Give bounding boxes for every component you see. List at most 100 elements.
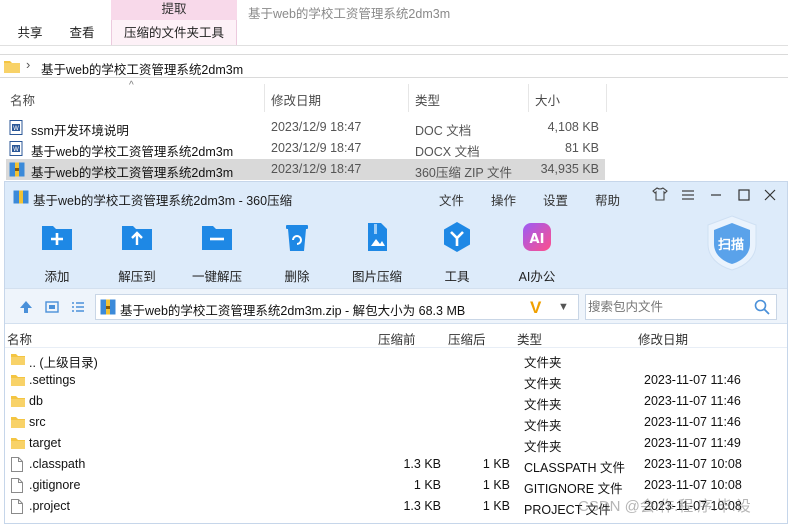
file-row[interactable]: W 基于web的学校工资管理系统2dm3m 2023/12/9 18:47 DO… (6, 138, 605, 159)
entry-name: db (29, 394, 43, 408)
tab-view[interactable]: 查看 (58, 20, 106, 46)
tools-button[interactable]: 工具 (423, 220, 491, 285)
close-icon[interactable] (759, 186, 781, 208)
file-name: ssm开发环境说明 (31, 124, 129, 138)
zip-col-date[interactable]: 修改日期 (638, 329, 688, 348)
maximize-icon[interactable] (733, 186, 755, 208)
file-name: 基于web的学校工资管理系统2dm3m (31, 145, 234, 159)
column-size[interactable]: 大小 (535, 90, 560, 109)
entry-date: 2023-11-07 11:46 (644, 373, 741, 387)
scan-label: 扫描 (718, 237, 745, 252)
folder-icon (11, 415, 25, 432)
menu-operation[interactable]: 操作 (491, 190, 516, 209)
v-logo-icon[interactable]: V (530, 298, 541, 318)
file-icon (11, 478, 23, 496)
zip-col-name[interactable]: 名称 (7, 329, 32, 348)
folder-icon (11, 436, 25, 453)
menu-settings[interactable]: 设置 (543, 190, 568, 209)
entry-type: 文件夹 (524, 398, 562, 412)
zip-header-divider (5, 347, 787, 348)
zip-file-row[interactable]: .gitignore 1 KB 1 KB GITIGNORE 文件 2023-11-07… (5, 475, 787, 496)
file-type: DOC 文档 (415, 124, 472, 138)
entry-size-after: 1 KB (482, 499, 510, 513)
column-divider[interactable] (408, 84, 409, 112)
zip-folder-row[interactable]: src 文件夹 2023-11-07 11:46 (5, 412, 787, 433)
menu-help[interactable]: 帮助 (595, 190, 620, 209)
entry-size-after: 1 KB (482, 457, 510, 471)
zip-col-after[interactable]: 压缩后 (448, 329, 486, 348)
zip-folder-row[interactable]: target 文件夹 2023-11-07 11:49 (5, 433, 787, 454)
menu-icon[interactable] (677, 186, 699, 208)
file-row[interactable]: W ssm开发环境说明 2023/12/9 18:47 DOC 文档 4,108… (6, 117, 605, 138)
column-name[interactable]: 名称 (10, 90, 35, 109)
image-compress-label: 图片压缩 (351, 270, 402, 284)
thumbnail-view-icon[interactable] (45, 300, 59, 314)
zip-folder-row[interactable]: .settings 文件夹 2023-11-07 11:46 (5, 370, 787, 391)
search-input[interactable] (588, 297, 748, 317)
address-path[interactable]: 基于web的学校工资管理系统2dm3m (41, 59, 243, 78)
zip-file-row[interactable]: .classpath 1.3 KB 1 KB CLASSPATH 文件 2023-11-… (5, 454, 787, 475)
tab-share[interactable]: 共享 (6, 20, 54, 46)
one-click-extract-label: 一键解压 (191, 270, 242, 284)
zip-col-type[interactable]: 类型 (517, 329, 542, 348)
add-button[interactable]: 添加 (23, 220, 91, 285)
folder-icon (11, 373, 25, 390)
scan-button[interactable]: 扫描 (705, 214, 759, 272)
ai-office-label: AI办公 (518, 270, 556, 284)
file-type: 360压缩 ZIP 文件 (415, 166, 513, 180)
entry-type: 文件夹 (524, 356, 562, 370)
extract-to-button[interactable]: 解压到 (103, 220, 171, 285)
minimize-icon[interactable] (705, 186, 727, 208)
tab-compressed-folder-tools[interactable]: 压缩的文件夹工具 (111, 20, 237, 46)
search-icon[interactable] (754, 299, 770, 315)
file-row-selected[interactable]: 基于web的学校工资管理系统2dm3m 2023/12/9 18:47 360压… (6, 159, 605, 180)
column-divider[interactable] (528, 84, 529, 112)
entry-size-after: 1 KB (482, 478, 510, 492)
add-label: 添加 (44, 270, 70, 284)
svg-text:W: W (13, 146, 19, 153)
entry-date: 2023-11-07 10:08 (644, 457, 742, 471)
delete-icon (286, 225, 308, 251)
entry-name: target (29, 436, 61, 450)
menu-file[interactable]: 文件 (439, 190, 464, 209)
image-compress-icon (368, 223, 387, 251)
svg-text:AI: AI (530, 232, 545, 247)
folder-icon (11, 394, 25, 411)
tools-icon (444, 222, 470, 252)
watermark: CSDN @会.作.程.序.毕.设 (578, 498, 751, 515)
zip-nav-bar: 基于web的学校工资管理系统2dm3m.zip - 解包大小为 68.3 MB … (5, 288, 787, 324)
zip-folder-row[interactable]: db 文件夹 2023-11-07 11:46 (5, 391, 787, 412)
folder-icon (4, 61, 20, 73)
zip-path-field[interactable]: 基于web的学校工资管理系统2dm3m.zip - 解包大小为 68.3 MB … (95, 294, 579, 320)
file-date: 2023/12/9 18:47 (271, 162, 362, 176)
skin-icon[interactable] (649, 186, 671, 208)
list-view-icon[interactable] (71, 300, 85, 314)
delete-button[interactable]: 删除 (263, 220, 331, 285)
column-type[interactable]: 类型 (415, 90, 440, 109)
zip-col-before[interactable]: 压缩前 (378, 329, 416, 348)
entry-name: .classpath (29, 457, 86, 471)
image-compress-button[interactable]: 图片压缩 (343, 220, 411, 285)
file-icon (11, 499, 23, 517)
chevron-right-icon[interactable]: › (26, 57, 30, 72)
search-box[interactable] (585, 294, 777, 320)
one-click-extract-icon (202, 226, 232, 250)
dropdown-icon[interactable]: ▼ (558, 301, 569, 313)
column-date[interactable]: 修改日期 (271, 90, 321, 109)
zip-archive-icon (9, 162, 25, 177)
svg-text:W: W (13, 125, 19, 132)
zip-window: 基于web的学校工资管理系统2dm3m - 360压缩 文件 操作 设置 帮助 … (4, 181, 788, 524)
column-divider[interactable] (606, 84, 607, 112)
up-arrow-icon[interactable] (19, 300, 33, 314)
address-bar[interactable]: › 基于web的学校工资管理系统2dm3m (0, 54, 788, 78)
file-date: 2023/12/9 18:47 (271, 120, 362, 134)
entry-date: 2023-11-07 10:08 (644, 478, 742, 492)
column-divider[interactable] (264, 84, 265, 112)
context-tab-header[interactable]: 提取 (111, 0, 237, 20)
entry-size-before: 1.3 KB (403, 499, 441, 513)
zip-folder-row[interactable]: .. (上级目录) 文件夹 (5, 349, 787, 370)
entry-size-before: 1 KB (413, 478, 441, 492)
ai-office-button[interactable]: AI AI办公 (503, 220, 571, 285)
one-click-extract-button[interactable]: 一键解压 (183, 220, 251, 285)
file-size: 34,935 KB (540, 162, 599, 176)
